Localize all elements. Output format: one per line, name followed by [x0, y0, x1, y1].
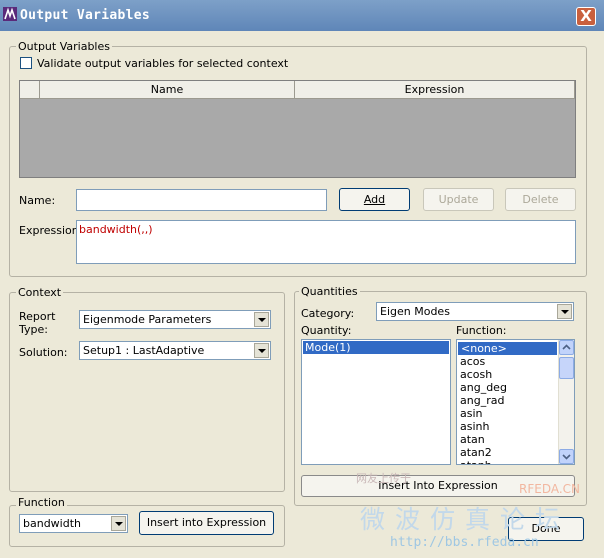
column-header-name[interactable]: Name: [40, 81, 295, 99]
watermark-title: 微波仿真论坛: [360, 505, 571, 534]
function-list-scrollbar[interactable]: [558, 340, 574, 464]
output-variables-table[interactable]: Name Expression: [19, 80, 576, 178]
insert-into-expression-button-label: Insert into Expression: [146, 516, 267, 529]
expression-value: bandwidth(,,): [79, 223, 153, 236]
function-group-label: Function: [16, 496, 67, 509]
chevron-down-icon[interactable]: [254, 312, 269, 327]
column-header-expression[interactable]: Expression: [295, 81, 575, 99]
close-button[interactable]: X: [576, 7, 596, 26]
function-select[interactable]: bandwidth: [19, 514, 128, 533]
category-label: Category:: [301, 307, 355, 320]
function-list[interactable]: <none> acos acosh ang_deg ang_rad asin a…: [456, 339, 575, 465]
scroll-up-icon[interactable]: [559, 340, 574, 355]
chevron-down-icon[interactable]: [111, 516, 126, 531]
quantities-group-label: Quantities: [299, 285, 360, 298]
list-item[interactable]: asinh: [458, 420, 557, 433]
list-item[interactable]: atanh: [458, 459, 557, 464]
list-item[interactable]: ang_rad: [458, 394, 557, 407]
add-button[interactable]: Add: [339, 188, 410, 211]
app-logo-icon: [3, 7, 17, 21]
update-button[interactable]: Update: [423, 188, 494, 211]
validate-checkbox[interactable]: [20, 57, 32, 69]
function-label: Function:: [456, 324, 507, 337]
report-type-label: Report Type:: [19, 310, 56, 336]
validate-checkbox-label: Validate output variables for selected c…: [37, 57, 289, 70]
update-button-label: Update: [438, 193, 479, 206]
report-type-value: Eigenmode Parameters: [83, 313, 212, 326]
add-button-label: Add: [363, 193, 386, 206]
watermark-small: 网友上传于: [356, 472, 411, 485]
output-variables-group-label: Output Variables: [16, 40, 112, 53]
solution-label: Solution:: [19, 346, 68, 359]
list-item[interactable]: <none>: [458, 342, 557, 355]
insert-into-expression-button[interactable]: Insert into Expression: [139, 511, 274, 535]
scroll-thumb[interactable]: [559, 357, 574, 379]
watermark-brand: RFEDA.CN: [519, 482, 581, 496]
list-item[interactable]: acos: [458, 355, 557, 368]
chevron-down-icon[interactable]: [557, 304, 572, 319]
chevron-down-icon[interactable]: [254, 343, 269, 358]
table-row-selector-header: [20, 81, 40, 99]
list-item[interactable]: acosh: [458, 368, 557, 381]
list-item[interactable]: Mode(1): [303, 341, 449, 354]
function-value: bandwidth: [23, 517, 81, 530]
quantity-list[interactable]: Mode(1): [301, 339, 451, 465]
category-value: Eigen Modes: [380, 305, 450, 318]
list-item[interactable]: atan2: [458, 446, 557, 459]
delete-button[interactable]: Delete: [505, 188, 576, 211]
list-item[interactable]: atan: [458, 433, 557, 446]
quantity-label: Quantity:: [301, 324, 352, 337]
delete-button-label: Delete: [522, 193, 559, 206]
name-label: Name:: [19, 194, 56, 207]
report-type-select[interactable]: Eigenmode Parameters: [79, 310, 271, 329]
expression-label: Expression:: [19, 224, 83, 237]
context-group-label: Context: [16, 286, 64, 299]
table-header: Name Expression: [20, 81, 575, 99]
title-bar: Output Variables X: [0, 0, 604, 31]
expression-input[interactable]: bandwidth(,,): [76, 220, 576, 264]
function-list-items: <none> acos acosh ang_deg ang_rad asin a…: [458, 342, 557, 464]
list-item[interactable]: ang_deg: [458, 381, 557, 394]
watermark-url: http://bbs.rfeda.cn: [390, 535, 539, 550]
solution-select[interactable]: Setup1 : LastAdaptive: [79, 341, 271, 360]
name-input[interactable]: [76, 189, 327, 211]
solution-value: Setup1 : LastAdaptive: [83, 344, 205, 357]
output-variables-dialog: Output Variables X Output Variables Vali…: [0, 0, 604, 558]
scroll-down-icon[interactable]: [559, 449, 574, 464]
category-select[interactable]: Eigen Modes: [376, 302, 574, 321]
window-title: Output Variables: [20, 8, 151, 23]
list-item[interactable]: asin: [458, 407, 557, 420]
